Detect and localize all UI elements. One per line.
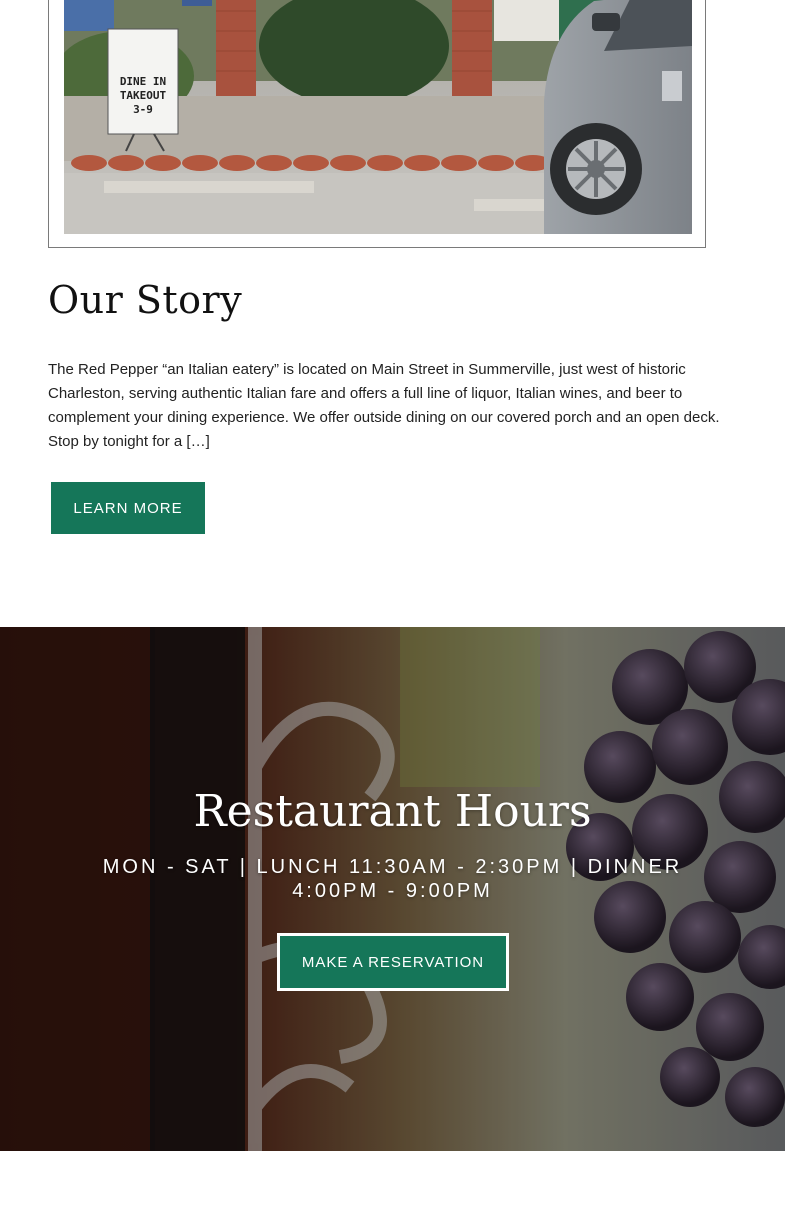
story-title: Our Story xyxy=(48,278,243,322)
story-text: The Red Pepper “an Italian eatery” is lo… xyxy=(48,361,720,450)
hours-text: MON - SAT | LUNCH 11:30AM - 2:30PM | DIN… xyxy=(102,856,683,902)
restaurant-exterior-image: DINE IN TAKEOUT 3-9 xyxy=(64,0,692,234)
sign-text-line2: TAKEOUT xyxy=(120,89,167,102)
learn-more-button[interactable]: LEARN MORE xyxy=(51,482,205,534)
story-photo-frame: DINE IN TAKEOUT 3-9 xyxy=(48,0,706,248)
sign-text-line3: 3-9 xyxy=(133,103,153,116)
sign-text-line1: DINE IN xyxy=(120,75,166,88)
page: DINE IN TAKEOUT 3-9 Our Story The Red Pe… xyxy=(0,0,785,1231)
story-photo: DINE IN TAKEOUT 3-9 xyxy=(64,0,692,234)
make-reservation-button[interactable]: MAKE A RESERVATION xyxy=(277,933,509,991)
hours-title: Restaurant Hours xyxy=(193,786,592,837)
